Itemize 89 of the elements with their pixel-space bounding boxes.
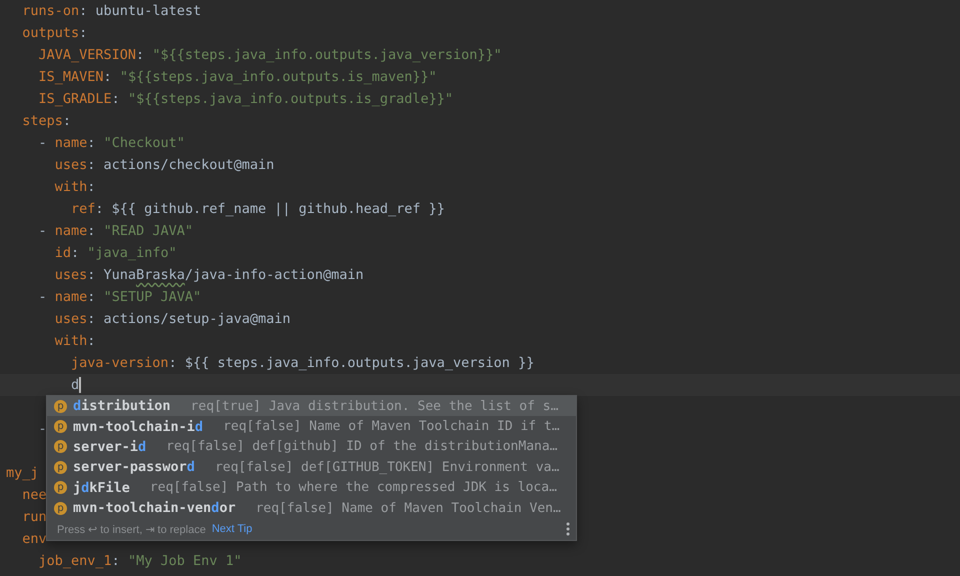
completion-name: mvn-toolchain-id [73, 418, 204, 435]
completion-item[interactable]: p server-password req[false] def[GITHUB_TOKEN] Environment va… [47, 457, 576, 478]
code-token: "${{steps.java_info.outputs.is_gradle}}" [128, 91, 454, 107]
completion-detail: req[false] Name of Maven Toolchain ID if t… [223, 419, 560, 434]
code-token: IS_MAVEN [38, 69, 104, 85]
completion-name: distribution [73, 398, 171, 414]
code-token: with [54, 333, 88, 349]
completion-hint: Press ↩ to insert, ⇥ to replace [57, 522, 206, 536]
code-token: uses [54, 267, 88, 283]
code-token: run [21, 509, 47, 525]
more-options-icon[interactable] [566, 522, 570, 536]
next-tip-link[interactable]: Next Tip [212, 523, 252, 536]
property-icon: p [54, 420, 67, 434]
code-token: - [38, 421, 47, 437]
code-token: outputs [21, 25, 80, 41]
code-token: job_env_1 [38, 553, 112, 569]
completion-name: server-id [73, 438, 146, 455]
code-token: : [104, 69, 113, 85]
code-token: "${{steps.java_info.outputs.java_version}}" [152, 47, 502, 63]
completion-item[interactable]: p distribution req[true] Java distribution. See the list of s… [47, 396, 576, 416]
code-token: : [87, 289, 96, 305]
property-icon: p [54, 400, 67, 413]
code-token: actions/setup-java@main [104, 311, 290, 327]
code-token: nee [21, 487, 47, 503]
code-token: : [87, 179, 96, 195]
code-token: : [95, 201, 105, 217]
completion-detail: req[false] Name of Maven Toolchain Ven… [256, 500, 561, 516]
code-token: "${{steps.java_info.outputs.is_maven}}" [120, 69, 437, 85]
code-token: : [79, 3, 88, 19]
code-token: : [62, 113, 72, 129]
code-token: /java-info-action@main [184, 267, 364, 283]
code-token: JAVA_VERSION [38, 47, 136, 63]
code-token: uses [54, 157, 88, 173]
code-token: : [71, 245, 80, 261]
code-token: : [87, 333, 96, 349]
code-token: id [54, 245, 72, 261]
code-token: d [70, 377, 80, 393]
code-token: uses [54, 311, 88, 327]
completion-detail: req[true] Java distribution. See the list of s… [190, 398, 558, 414]
code-token: : [87, 311, 96, 327]
code-token: "READ JAVA" [104, 223, 193, 239]
code-token: Yuna [104, 267, 136, 283]
property-icon: p [54, 481, 67, 494]
code-token: - [38, 289, 48, 305]
misspelled-word: Braska [136, 267, 185, 283]
code-token: IS_GRADLE [38, 91, 112, 107]
code-token: ${{ github.ref_name || github.head_ref }} [112, 201, 445, 217]
code-token: : [87, 267, 96, 283]
text-cursor [79, 377, 82, 393]
property-icon: p [54, 502, 67, 515]
code-token: "My Job Env 1" [128, 553, 242, 569]
completion-item[interactable]: p server-id req[false] def[github] ID of the distributionMana… [47, 436, 576, 458]
completion-name: mvn-toolchain-vendor [73, 500, 236, 516]
completion-detail: req[false] def[github] ID of the distributionMana… [166, 439, 558, 454]
completion-item[interactable]: p mvn-toolchain-id req[false] Name of Maven Toolchain ID if t… [47, 416, 576, 437]
code-token: - [38, 135, 48, 151]
property-icon: p [54, 460, 67, 474]
code-token: env [21, 531, 47, 547]
code-token: : [168, 355, 178, 371]
code-token: : [136, 47, 146, 63]
completion-item[interactable]: p jdkFile req[false] Path to where the compressed JDK is loca… [47, 478, 576, 498]
code-token: steps [21, 113, 63, 129]
code-token: "java_info" [87, 245, 177, 261]
code-token: : [79, 25, 88, 41]
code-token: : [112, 91, 121, 107]
code-token: actions/checkout@main [104, 157, 274, 173]
code-token: with [54, 179, 88, 195]
code-token: "SETUP JAVA" [104, 289, 202, 305]
completion-detail: req[false] Path to where the compressed JDK is loca… [150, 480, 557, 496]
code-token: name [54, 135, 88, 151]
completion-name: jdkFile [73, 480, 130, 496]
code-token: ref [70, 201, 96, 217]
code-token: - [38, 223, 48, 239]
completion-item[interactable]: p mvn-toolchain-vendor req[false] Name of Maven Toolchain Ven… [47, 498, 576, 518]
code-token: : [87, 223, 96, 239]
code-token: "Checkout" [104, 135, 185, 151]
code-token: : [112, 553, 121, 569]
code-token: my_j [6, 465, 39, 481]
code-token: name [54, 289, 88, 305]
code-token: runs-on [21, 3, 80, 19]
property-icon: p [54, 440, 67, 454]
code-token: ubuntu-latest [95, 3, 202, 19]
code-token: name [54, 223, 88, 239]
code-token: java-version [70, 355, 169, 371]
completion-detail: req[false] def[GITHUB_TOKEN] Environment va… [214, 460, 560, 475]
code-token: ${{ steps.java_info.outputs.java_version }} [184, 355, 534, 371]
completion-name: server-password [73, 459, 195, 476]
code-token: : [87, 135, 96, 151]
code-token: : [87, 157, 96, 173]
